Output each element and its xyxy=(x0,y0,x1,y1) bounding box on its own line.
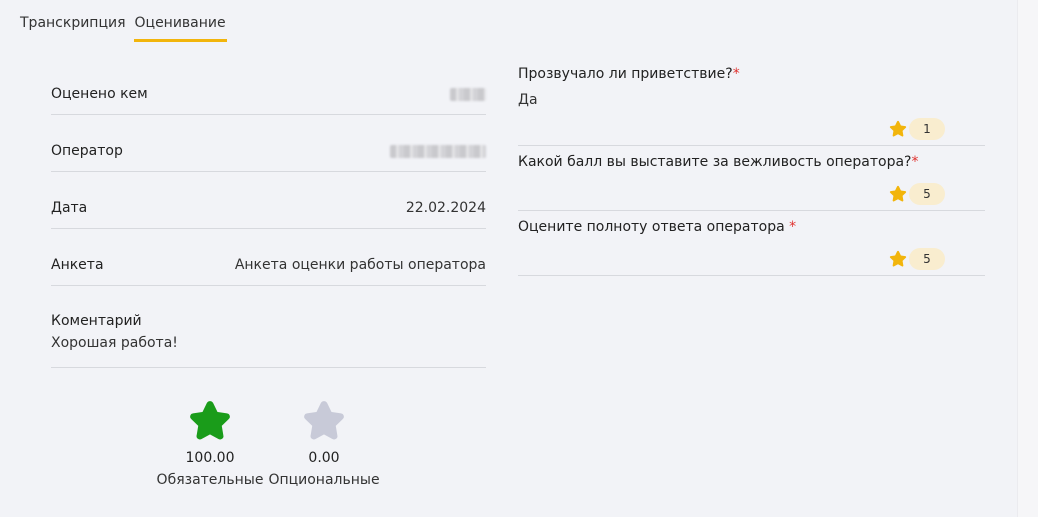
score-badge: 5 xyxy=(909,248,945,270)
mandatory-star-icon xyxy=(190,401,230,440)
operator-label: Оператор xyxy=(51,143,123,159)
mandatory-score: 100.00 xyxy=(185,450,235,466)
score-badge: 5 xyxy=(909,183,945,205)
optional-star-icon xyxy=(304,401,344,440)
score-badge: 1 xyxy=(909,118,945,140)
date-label: Дата xyxy=(51,200,88,216)
score-summary: 100.00 Обязательные 0.00 Опциональные xyxy=(150,398,388,488)
star-icon xyxy=(889,185,907,202)
mandatory-summary: 100.00 Обязательные xyxy=(150,398,270,488)
scrollbar-track[interactable] xyxy=(1017,0,1038,517)
evaluation-info: Оценено кем Оператор Дата 22.02.2024 Анк… xyxy=(51,58,486,368)
optional-summary: 0.00 Опциональные xyxy=(260,398,388,488)
mandatory-label: Обязательные xyxy=(156,472,264,488)
rated-by-row: Оценено кем xyxy=(51,58,486,115)
question-item: Оцените полноту ответа оператора * 5 xyxy=(518,213,985,276)
required-mark: * xyxy=(732,66,740,82)
optional-score: 0.00 xyxy=(308,450,340,466)
comment-value: Хорошая работа! xyxy=(51,335,178,351)
question-item: Прозвучало ли приветствие?* Да 1 xyxy=(518,60,985,146)
date-row: Дата 22.02.2024 xyxy=(51,172,486,229)
operator-value-redacted xyxy=(390,144,486,158)
optional-label: Опциональные xyxy=(268,472,380,488)
rated-by-label: Оценено кем xyxy=(51,86,148,102)
date-value: 22.02.2024 xyxy=(405,200,486,216)
star-icon xyxy=(889,250,907,267)
comment-row: Коментарий Хорошая работа! xyxy=(51,286,486,368)
tab-evaluation[interactable]: Оценивание xyxy=(133,13,227,42)
survey-label: Анкета xyxy=(51,257,104,273)
operator-row: Оператор xyxy=(51,115,486,172)
question-item: Какой балл вы выставите за вежливость оп… xyxy=(518,148,985,211)
question-score: 5 xyxy=(888,183,945,205)
questions-list: Прозвучало ли приветствие?* Да 1 Какой б… xyxy=(518,60,985,276)
tab-transcription[interactable]: Транскрипция xyxy=(20,13,126,42)
star-icon xyxy=(889,120,907,137)
comment-label: Коментарий xyxy=(51,313,142,329)
question-score: 1 xyxy=(888,118,945,140)
question-title: Прозвучало ли приветствие?* xyxy=(518,66,740,82)
question-answer: Да xyxy=(518,92,538,108)
question-title: Оцените полноту ответа оператора * xyxy=(518,219,797,235)
tab-bar: Транскрипция Оценивание xyxy=(20,13,227,42)
survey-row: Анкета Анкета оценки работы оператора xyxy=(51,229,486,286)
question-title: Какой балл вы выставите за вежливость оп… xyxy=(518,154,919,170)
required-mark: * xyxy=(789,219,797,235)
survey-value: Анкета оценки работы оператора xyxy=(234,257,486,273)
rated-by-value-redacted xyxy=(450,87,486,101)
required-mark: * xyxy=(911,154,919,170)
question-score: 5 xyxy=(888,248,945,270)
